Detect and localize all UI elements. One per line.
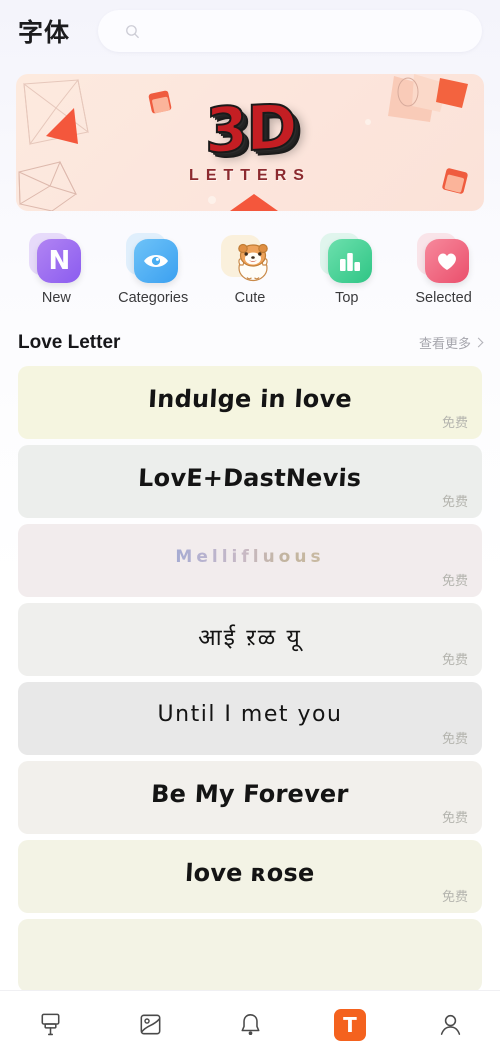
bar-chart-glyph: [339, 253, 360, 271]
page-title: 字体: [18, 19, 71, 47]
font-card[interactable]: Until I met you 免费: [18, 682, 482, 755]
category-item-top[interactable]: Top: [298, 233, 395, 306]
search-input[interactable]: [151, 23, 468, 39]
eye-icon: [134, 239, 179, 283]
font-sample-text: Mellifluous: [105, 547, 394, 575]
font-card[interactable]: LovE+DastNevis 免费: [18, 445, 482, 518]
category-item-cute[interactable]: Cute: [202, 233, 299, 306]
category-icon-wrap: N: [27, 233, 85, 285]
banner-text-block: 3D LETTERS: [16, 74, 484, 211]
category-label: Selected: [415, 290, 472, 306]
font-price-badge: 免费: [441, 494, 468, 509]
search-icon: [126, 24, 139, 38]
category-item-selected[interactable]: Selected: [395, 233, 492, 306]
font-sample-text: Be My Forever: [150, 779, 350, 808]
heart-icon: [424, 239, 469, 283]
banner-title: 3D: [204, 89, 297, 169]
font-price-badge: 免费: [441, 652, 468, 667]
font-price-badge: 免费: [441, 810, 468, 825]
chevron-right-icon: [473, 337, 484, 348]
bottom-navigation-bar: T: [0, 990, 500, 1058]
category-row: N New Categories Cute Top Selected: [8, 233, 492, 306]
font-sample-text: Indulge in love: [147, 384, 353, 413]
font-t-icon: T: [334, 1008, 366, 1041]
nav-item-wallpaper-tool[interactable]: [0, 991, 100, 1058]
font-sample-text: [180, 952, 320, 960]
promo-banner-3d-letters[interactable]: 3D LETTERS: [16, 74, 484, 211]
category-icon-wrap: [318, 233, 376, 285]
view-more-button[interactable]: 查看更多: [418, 333, 484, 352]
font-price-badge: 免费: [441, 889, 468, 904]
category-icon-wrap: [220, 233, 279, 285]
bell-icon: [241, 1014, 259, 1036]
user-profile-icon: [440, 1014, 460, 1035]
hamster-glyph: [238, 243, 268, 282]
bar-chart-icon: [327, 239, 372, 283]
font-card[interactable]: Indulge in love 免费: [18, 366, 482, 439]
font-price-badge: 免费: [441, 731, 468, 746]
font-card[interactable]: Mellifluous 免费: [18, 524, 482, 597]
wallpaper-image-icon: [140, 1014, 160, 1035]
hamster-icon: [231, 239, 275, 283]
font-card[interactable]: [18, 919, 482, 992]
nav-item-notifications[interactable]: [200, 991, 300, 1058]
font-card[interactable]: आई ऱळ यू 免费: [18, 603, 482, 676]
font-sample-text: Until I met you: [157, 702, 343, 727]
letter-n-glyph: N: [48, 246, 71, 276]
heart-glyph: [437, 253, 456, 270]
letter-n-icon: N: [37, 239, 82, 283]
category-label: New: [41, 290, 71, 306]
banner-subtitle: LETTERS: [189, 166, 311, 184]
view-more-label: 查看更多: [418, 336, 471, 351]
category-item-categories[interactable]: Categories: [105, 233, 202, 306]
paint-roller-icon: [41, 1013, 59, 1036]
app-header: 字体: [0, 0, 500, 62]
font-price-badge: 免费: [441, 573, 468, 588]
font-sample-text: love ʀose: [184, 858, 316, 887]
section-header-love-letter: Love Letter 查看更多: [18, 332, 484, 354]
font-card[interactable]: Be My Forever 免费: [18, 761, 482, 834]
font-card-list: Indulge in love 免费 LovE+DastNevis 免费 Mel…: [18, 366, 482, 992]
category-icon-wrap: [415, 233, 473, 285]
font-sample-text: LovE+DastNevis: [137, 463, 363, 492]
category-label: Cute: [234, 290, 266, 306]
font-card[interactable]: love ʀose 免费: [18, 840, 482, 913]
font-sample-text: आई ऱळ यू: [198, 624, 302, 651]
category-icon-wrap: [124, 233, 182, 285]
search-bar[interactable]: [98, 10, 482, 52]
font-price-badge: 免费: [441, 415, 468, 430]
nav-item-profile[interactable]: [400, 991, 500, 1058]
category-label: Top: [335, 290, 359, 306]
category-label: Categories: [118, 290, 189, 306]
app-root: 字体 3D LETTERS N New Categories Cute Top …: [0, 0, 500, 1058]
nav-item-images[interactable]: [100, 991, 200, 1058]
section-title: Love Letter: [18, 332, 121, 353]
category-item-new[interactable]: N New: [8, 233, 105, 306]
eye-glyph: [144, 255, 169, 267]
nav-item-fonts[interactable]: T: [300, 991, 400, 1058]
